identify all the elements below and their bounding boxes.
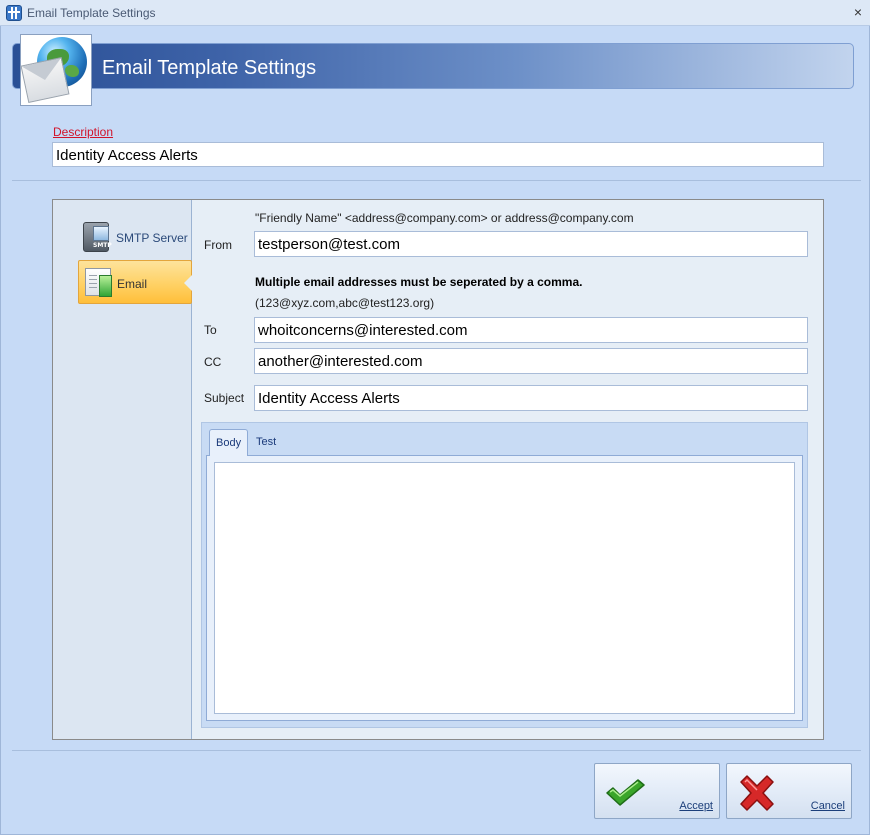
divider xyxy=(12,750,861,751)
description-input[interactable]: Identity Access Alerts xyxy=(52,142,824,167)
accept-button[interactable]: Accept xyxy=(594,763,720,819)
from-field[interactable]: testperson@test.com xyxy=(254,231,808,257)
close-icon[interactable]: × xyxy=(854,4,862,20)
cancel-x-icon xyxy=(740,775,774,811)
nav-item-label: Email xyxy=(117,277,148,291)
smtp-server-icon xyxy=(83,222,112,252)
nav-item-email[interactable]: Email xyxy=(78,260,192,304)
to-field[interactable]: whoitconcerns@interested.com xyxy=(254,317,808,343)
subject-label: Subject xyxy=(204,391,245,405)
to-label: To xyxy=(204,323,217,337)
envelope-icon xyxy=(20,57,70,103)
tab-panel xyxy=(206,455,803,721)
body-editor[interactable] xyxy=(214,462,795,714)
checkmark-icon xyxy=(606,779,645,806)
globe-envelope-icon xyxy=(20,34,92,106)
multi-address-example: (123@xyz.com,abc@test123.org) xyxy=(255,296,435,310)
settings-nav: SMTP Server Email xyxy=(53,200,192,739)
body-tabs: Body Test xyxy=(201,422,808,728)
tab-test[interactable]: Test xyxy=(250,429,282,456)
cancel-button[interactable]: Cancel xyxy=(726,763,852,819)
description-label: Description xyxy=(53,125,114,139)
nav-item-label: SMTP Server xyxy=(116,231,188,245)
cc-field[interactable]: another@interested.com xyxy=(254,348,808,374)
settings-panel: SMTP Server Email "Friendly Name" <addre… xyxy=(52,199,824,740)
email-form: "Friendly Name" <address@company.com> or… xyxy=(193,200,823,739)
cc-label: CC xyxy=(204,355,222,369)
from-label: From xyxy=(204,238,232,252)
subject-field[interactable]: Identity Access Alerts xyxy=(254,385,808,411)
multi-address-hint: Multiple email addresses must be seperat… xyxy=(255,275,583,289)
divider xyxy=(12,180,861,181)
tab-body[interactable]: Body xyxy=(209,429,249,456)
window-title: Email Template Settings xyxy=(27,6,156,20)
email-icon xyxy=(85,268,112,297)
from-format-hint: "Friendly Name" <address@company.com> or… xyxy=(255,211,634,225)
header-title: Email Template Settings xyxy=(102,57,317,79)
app-icon xyxy=(6,5,22,21)
nav-item-smtp-server[interactable]: SMTP Server xyxy=(78,216,192,260)
cancel-label: Cancel xyxy=(810,800,845,812)
accept-label: Accept xyxy=(679,800,713,812)
window-titlebar: Email Template Settings × xyxy=(0,0,870,26)
header-banner: Email Template Settings xyxy=(12,43,854,89)
